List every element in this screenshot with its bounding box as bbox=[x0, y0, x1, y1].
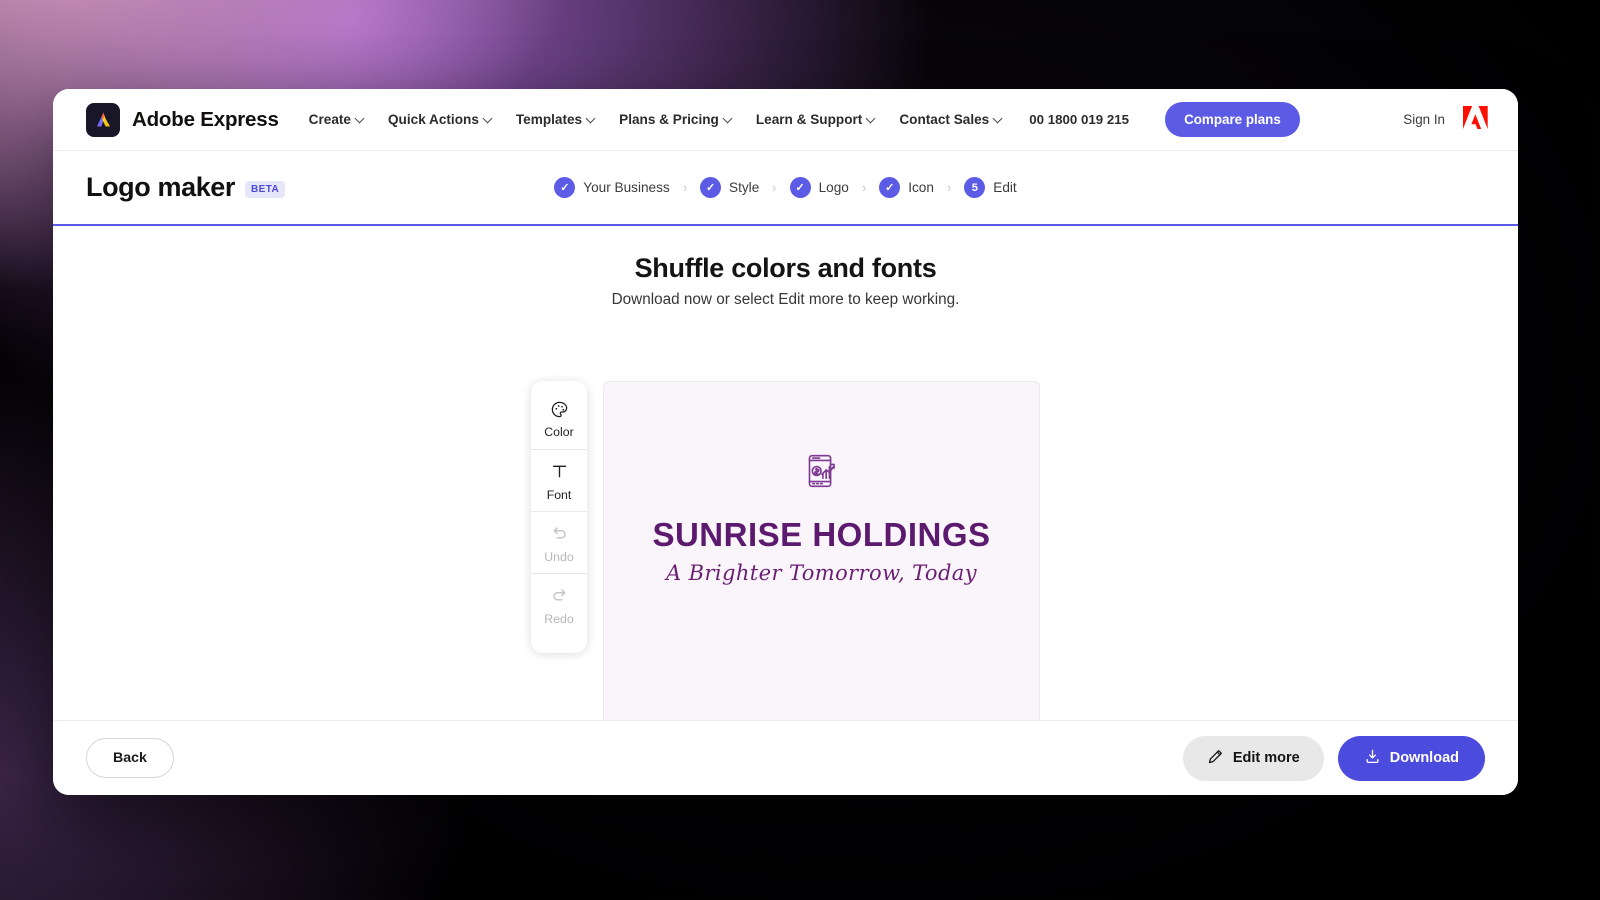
step-icon-label: Icon bbox=[908, 180, 934, 195]
tool-redo-label: Redo bbox=[544, 611, 574, 626]
step-edit-label: Edit bbox=[993, 180, 1017, 195]
step-style-label: Style bbox=[729, 180, 760, 195]
tool-font-label: Font bbox=[546, 487, 572, 502]
logo-preview: SUNRISE HOLDINGS A Brighter Tomorrow, To… bbox=[652, 448, 990, 585]
logo-canvas[interactable]: SUNRISE HOLDINGS A Brighter Tomorrow, To… bbox=[603, 381, 1040, 720]
nav-item-create[interactable]: Create bbox=[309, 112, 365, 127]
product-bar: Logo maker BETA ✓ Your Business › ✓ Styl… bbox=[53, 151, 1518, 226]
step-check-icon: ✓ bbox=[879, 177, 901, 198]
edit-more-button[interactable]: Edit more bbox=[1182, 735, 1324, 781]
footer-bar: Back Edit more Download bbox=[53, 720, 1518, 795]
redo-arrow-icon bbox=[550, 584, 569, 608]
nav-item-create-label: Create bbox=[308, 112, 351, 127]
chevron-down-icon bbox=[994, 114, 1003, 123]
heading-subtitle: Download now or select Edit more to keep… bbox=[611, 291, 960, 308]
chevron-down-icon bbox=[587, 114, 596, 123]
editor-area: Color Font Undo Redo SUNRISE HOLDINGS A … bbox=[53, 381, 1518, 720]
adobe-logo-icon[interactable] bbox=[1463, 105, 1488, 134]
beta-badge: BETA bbox=[245, 181, 286, 198]
global-navigation-bar: Adobe Express Create Quick Actions Templ… bbox=[53, 89, 1518, 151]
step-check-icon: ✓ bbox=[554, 177, 576, 198]
palette-icon bbox=[550, 397, 569, 421]
text-format-icon bbox=[550, 460, 569, 484]
nav-item-plans-pricing[interactable]: Plans & Pricing bbox=[619, 112, 733, 127]
nav-item-contact-sales[interactable]: Contact Sales bbox=[899, 112, 1003, 127]
back-button[interactable]: Back bbox=[86, 738, 174, 778]
step-logo[interactable]: ✓ Logo bbox=[789, 177, 849, 198]
logo-business-name: SUNRISE HOLDINGS bbox=[652, 515, 991, 553]
step-separator-icon: › bbox=[947, 180, 951, 195]
product-title-text: Logo maker bbox=[86, 172, 236, 202]
compare-plans-button[interactable]: Compare plans bbox=[1165, 102, 1300, 137]
nav-item-plans-pricing-label: Plans & Pricing bbox=[619, 112, 719, 127]
chevron-down-icon bbox=[867, 114, 876, 123]
smartphone-growth-chart-icon bbox=[652, 448, 990, 494]
tool-font-button[interactable]: Font bbox=[531, 449, 587, 511]
nav-item-quick-actions-label: Quick Actions bbox=[387, 112, 479, 127]
main-content: Shuffle colors and fonts Download now or… bbox=[53, 226, 1518, 720]
tool-undo-button[interactable]: Undo bbox=[531, 511, 587, 573]
section-heading: Shuffle colors and fonts Download now or… bbox=[53, 226, 1518, 309]
brand-name: Adobe Express bbox=[132, 107, 279, 131]
step-check-icon: ✓ bbox=[700, 177, 722, 198]
step-your-business[interactable]: ✓ Your Business bbox=[554, 177, 670, 198]
undo-arrow-icon bbox=[550, 522, 569, 546]
heading-title: Shuffle colors and fonts bbox=[634, 253, 937, 283]
chevron-down-icon bbox=[356, 114, 365, 123]
step-separator-icon: › bbox=[862, 180, 866, 195]
edit-more-label: Edit more bbox=[1232, 750, 1300, 766]
tool-color-button[interactable]: Color bbox=[531, 387, 587, 449]
adobe-express-logo-icon bbox=[86, 102, 120, 137]
step-separator-icon: › bbox=[772, 180, 777, 195]
nav-item-contact-sales-label: Contact Sales bbox=[899, 112, 990, 127]
browser-window: Adobe Express Create Quick Actions Templ… bbox=[53, 89, 1518, 795]
logo-tagline: A Brighter Tomorrow, Today bbox=[666, 560, 977, 585]
step-number-badge: 5 bbox=[964, 177, 986, 198]
page-title: Logo maker BETA bbox=[86, 172, 286, 203]
step-icon[interactable]: ✓ Icon bbox=[879, 177, 934, 198]
step-edit[interactable]: 5 Edit bbox=[964, 177, 1017, 198]
step-separator-icon: › bbox=[683, 180, 687, 195]
download-label: Download bbox=[1389, 750, 1459, 766]
step-logo-label: Logo bbox=[818, 180, 849, 195]
nav-item-learn-support-label: Learn & Support bbox=[755, 112, 863, 127]
download-icon bbox=[1364, 748, 1381, 769]
adobe-express-brand[interactable]: Adobe Express bbox=[86, 102, 279, 137]
step-style[interactable]: ✓ Style bbox=[700, 177, 759, 198]
nav-right-group: Sign In bbox=[1403, 105, 1488, 134]
nav-item-templates[interactable]: Templates bbox=[516, 112, 596, 127]
pencil-icon bbox=[1207, 748, 1224, 769]
nav-item-learn-support[interactable]: Learn & Support bbox=[756, 112, 877, 127]
step-your-business-label: Your Business bbox=[583, 180, 670, 195]
sales-phone-number[interactable]: 00 1800 019 215 bbox=[1029, 112, 1129, 127]
nav-item-quick-actions[interactable]: Quick Actions bbox=[388, 112, 493, 127]
chevron-down-icon bbox=[484, 114, 493, 123]
chevron-down-icon bbox=[724, 114, 733, 123]
step-check-icon: ✓ bbox=[789, 177, 811, 198]
editor-toolbar: Color Font Undo Redo bbox=[531, 381, 587, 653]
nav-item-templates-label: Templates bbox=[515, 112, 583, 127]
nav-links: Create Quick Actions Templates Plans & P… bbox=[309, 112, 1004, 127]
tool-undo-label: Undo bbox=[544, 549, 574, 564]
tool-color-label: Color bbox=[544, 425, 574, 439]
download-button[interactable]: Download bbox=[1337, 735, 1485, 781]
sign-in-link[interactable]: Sign In bbox=[1403, 112, 1445, 127]
tool-redo-button[interactable]: Redo bbox=[531, 573, 587, 635]
footer-actions: Edit more Download bbox=[1182, 735, 1485, 781]
